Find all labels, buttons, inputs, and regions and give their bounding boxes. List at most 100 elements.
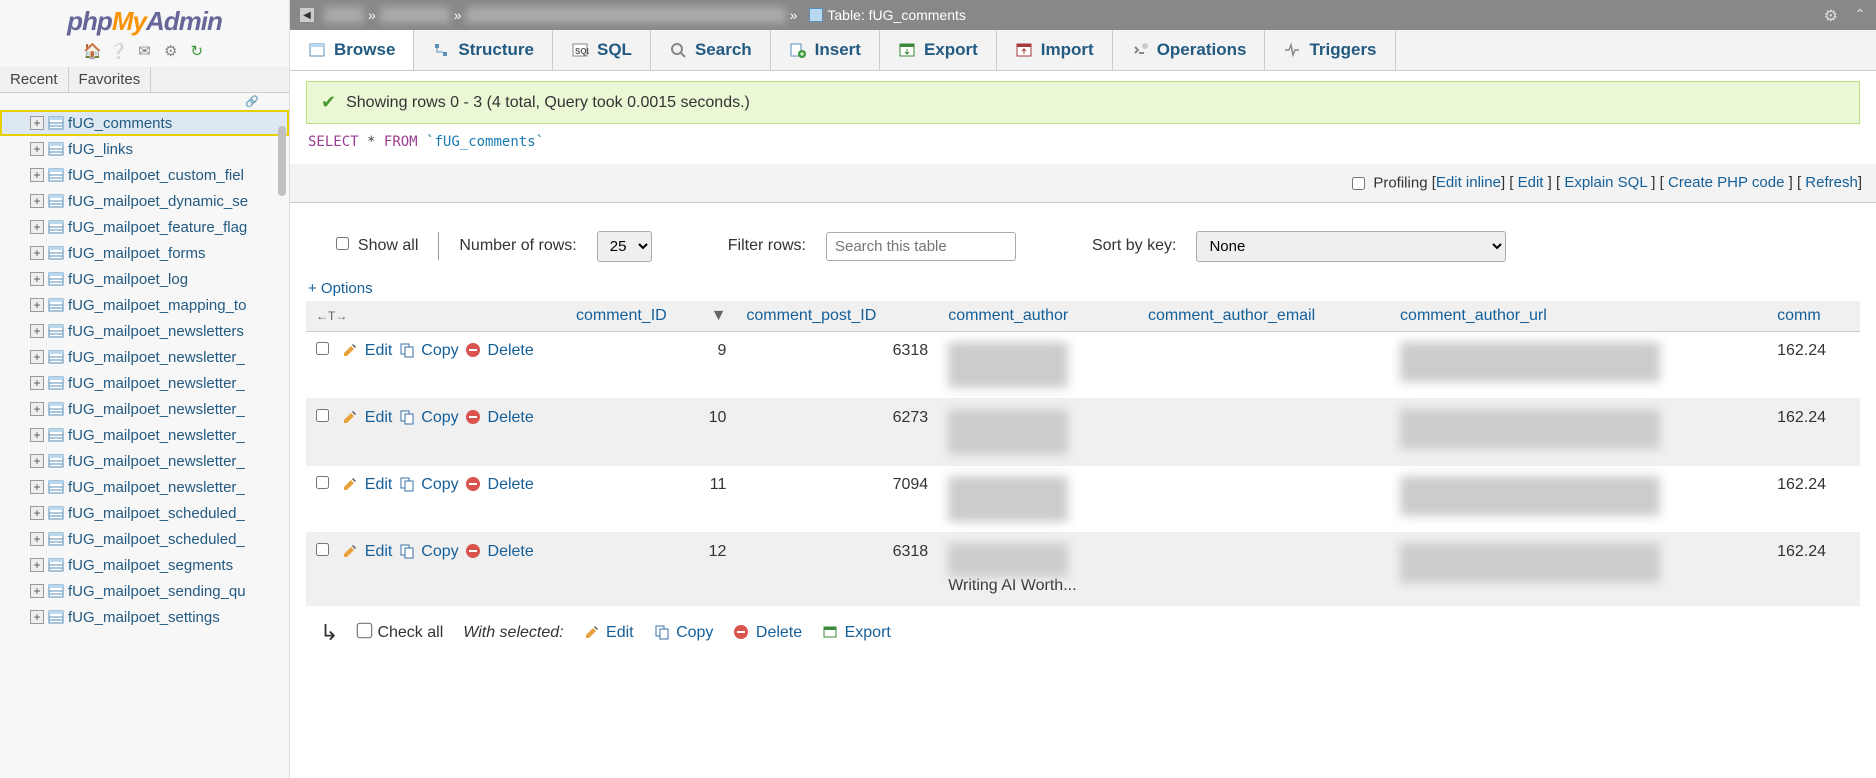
refresh-link[interactable]: Refresh	[1805, 174, 1858, 191]
reload-icon[interactable]: ↻	[188, 43, 206, 61]
expand-icon[interactable]: +	[30, 272, 44, 286]
expand-icon[interactable]: +	[30, 168, 44, 182]
num-rows-select[interactable]: 25	[597, 231, 652, 262]
link-icon[interactable]: 🔗	[0, 93, 289, 110]
tree-table-fUG_mailpoet_settings[interactable]: +fUG_mailpoet_settings	[0, 604, 289, 630]
server-link[interactable]: xxxx	[324, 7, 364, 23]
home-icon[interactable]: 🏠	[83, 43, 101, 61]
collapse-nav-icon[interactable]: ◀	[300, 8, 314, 22]
row-copy-button[interactable]: Copy	[399, 543, 459, 560]
row-checkbox[interactable]	[316, 543, 329, 556]
row-edit-button[interactable]: Edit	[342, 409, 392, 426]
footer-edit-button[interactable]: Edit	[584, 624, 634, 642]
row-copy-button[interactable]: Copy	[399, 476, 459, 493]
row-edit-button[interactable]: Edit	[342, 543, 392, 560]
row-delete-button[interactable]: Delete	[465, 543, 534, 560]
tree-table-fUG_mailpoet_log[interactable]: +fUG_mailpoet_log	[0, 266, 289, 292]
row-delete-button[interactable]: Delete	[465, 342, 534, 359]
expand-icon[interactable]: +	[30, 142, 44, 156]
expand-icon[interactable]: +	[30, 454, 44, 468]
expand-icon[interactable]: +	[30, 220, 44, 234]
footer-copy-button[interactable]: Copy	[654, 624, 714, 642]
tree-table-fUG_mailpoet_feature_flag[interactable]: +fUG_mailpoet_feature_flag	[0, 214, 289, 240]
tree-table-fUG_mailpoet_segments[interactable]: +fUG_mailpoet_segments	[0, 552, 289, 578]
tab-import[interactable]: Import	[997, 30, 1113, 70]
tab-export[interactable]: Export	[880, 30, 997, 70]
help-icon[interactable]: ❔	[109, 43, 127, 61]
expand-icon[interactable]: +	[30, 194, 44, 208]
footer-export-button[interactable]: Export	[822, 624, 891, 642]
edit-link[interactable]: Edit	[1518, 174, 1544, 191]
tree-table-fUG_mailpoet_sending_qu[interactable]: +fUG_mailpoet_sending_qu	[0, 578, 289, 604]
tree-table-fUG_mailpoet_mapping_to[interactable]: +fUG_mailpoet_mapping_to	[0, 292, 289, 318]
expand-icon[interactable]: +	[30, 558, 44, 572]
create-php-link[interactable]: Create PHP code	[1668, 174, 1784, 191]
tree-table-fUG_mailpoet_newsletter_[interactable]: +fUG_mailpoet_newsletter_	[0, 474, 289, 500]
explain-sql-link[interactable]: Explain SQL	[1564, 174, 1647, 191]
tree-table-fUG_mailpoet_custom_fiel[interactable]: +fUG_mailpoet_custom_fiel	[0, 162, 289, 188]
check-all-label[interactable]: Check all	[377, 624, 443, 641]
col-comment_author_email[interactable]: comment_author_email	[1138, 301, 1390, 332]
collapse-up-icon[interactable]: ⌃	[1854, 6, 1866, 23]
col-comment_author[interactable]: comment_author	[938, 301, 1138, 332]
row-checkbox[interactable]	[316, 476, 329, 489]
col-comment_author_url[interactable]: comment_author_url	[1390, 301, 1767, 332]
filter-rows-input[interactable]	[826, 232, 1016, 261]
col-comment_ID[interactable]: ▼comment_ID	[566, 301, 736, 332]
tree-table-fUG_mailpoet_forms[interactable]: +fUG_mailpoet_forms	[0, 240, 289, 266]
tree-table-fUG_mailpoet_newsletters[interactable]: +fUG_mailpoet_newsletters	[0, 318, 289, 344]
tree-table-fUG_comments[interactable]: +fUG_comments	[0, 110, 289, 136]
row-checkbox[interactable]	[316, 409, 329, 422]
expand-icon[interactable]: +	[30, 402, 44, 416]
expand-icon[interactable]: +	[30, 324, 44, 338]
tab-structure[interactable]: Structure	[414, 30, 553, 70]
expand-icon[interactable]: +	[30, 246, 44, 260]
expand-icon[interactable]: +	[30, 610, 44, 624]
tree-table-fUG_mailpoet_scheduled_[interactable]: +fUG_mailpoet_scheduled_	[0, 526, 289, 552]
col-comm[interactable]: comm	[1767, 301, 1860, 332]
settings-icon[interactable]: ⚙	[162, 43, 180, 61]
tab-insert[interactable]: Insert	[771, 30, 880, 70]
expand-icon[interactable]: +	[30, 532, 44, 546]
tree-table-fUG_mailpoet_scheduled_[interactable]: +fUG_mailpoet_scheduled_	[0, 500, 289, 526]
tab-triggers[interactable]: Triggers	[1265, 30, 1395, 70]
row-copy-button[interactable]: Copy	[399, 342, 459, 359]
tab-operations[interactable]: Operations	[1113, 30, 1266, 70]
tab-browse[interactable]: Browse	[290, 30, 414, 70]
tab-search[interactable]: Search	[651, 30, 771, 70]
expand-icon[interactable]: +	[30, 584, 44, 598]
footer-delete-button[interactable]: Delete	[733, 624, 802, 642]
page-settings-icon[interactable]: ⚙	[1824, 6, 1838, 26]
expand-icon[interactable]: +	[30, 506, 44, 520]
expand-icon[interactable]: +	[30, 298, 44, 312]
sort-key-select[interactable]: None	[1196, 231, 1506, 262]
tree-table-fUG_mailpoet_dynamic_se[interactable]: +fUG_mailpoet_dynamic_se	[0, 188, 289, 214]
edit-inline-link[interactable]: Edit inline	[1436, 174, 1501, 191]
tree-table-fUG_mailpoet_newsletter_[interactable]: +fUG_mailpoet_newsletter_	[0, 396, 289, 422]
path-link[interactable]: xxxxxxxxxxxxxxxxxxxxxxxxxxxx	[466, 7, 786, 23]
expand-icon[interactable]: +	[30, 350, 44, 364]
show-all-label[interactable]: Show all	[358, 237, 418, 254]
expand-icon[interactable]: +	[30, 116, 44, 130]
tree-table-fUG_mailpoet_newsletter_[interactable]: +fUG_mailpoet_newsletter_	[0, 422, 289, 448]
check-all-checkbox[interactable]	[357, 622, 373, 638]
favorites-tab[interactable]: Favorites	[69, 67, 152, 92]
show-all-checkbox[interactable]	[336, 237, 349, 250]
tree-scrollbar[interactable]	[278, 126, 286, 196]
row-checkbox[interactable]	[316, 342, 329, 355]
tree-table-fUG_mailpoet_newsletter_[interactable]: +fUG_mailpoet_newsletter_	[0, 344, 289, 370]
profiling-label[interactable]: Profiling	[1373, 175, 1427, 192]
tree-table-fUG_mailpoet_newsletter_[interactable]: +fUG_mailpoet_newsletter_	[0, 448, 289, 474]
col-nav-icons[interactable]: ←T→	[316, 309, 347, 323]
expand-icon[interactable]: +	[30, 480, 44, 494]
row-edit-button[interactable]: Edit	[342, 476, 392, 493]
profiling-checkbox[interactable]	[1352, 177, 1365, 190]
tree-table-fUG_links[interactable]: +fUG_links	[0, 136, 289, 162]
recent-tab[interactable]: Recent	[0, 67, 69, 92]
row-delete-button[interactable]: Delete	[465, 476, 534, 493]
row-edit-button[interactable]: Edit	[342, 342, 392, 359]
tab-sql[interactable]: SQLSQL	[553, 30, 651, 70]
row-copy-button[interactable]: Copy	[399, 409, 459, 426]
db-link[interactable]: xxxxxxx	[380, 7, 450, 23]
row-delete-button[interactable]: Delete	[465, 409, 534, 426]
